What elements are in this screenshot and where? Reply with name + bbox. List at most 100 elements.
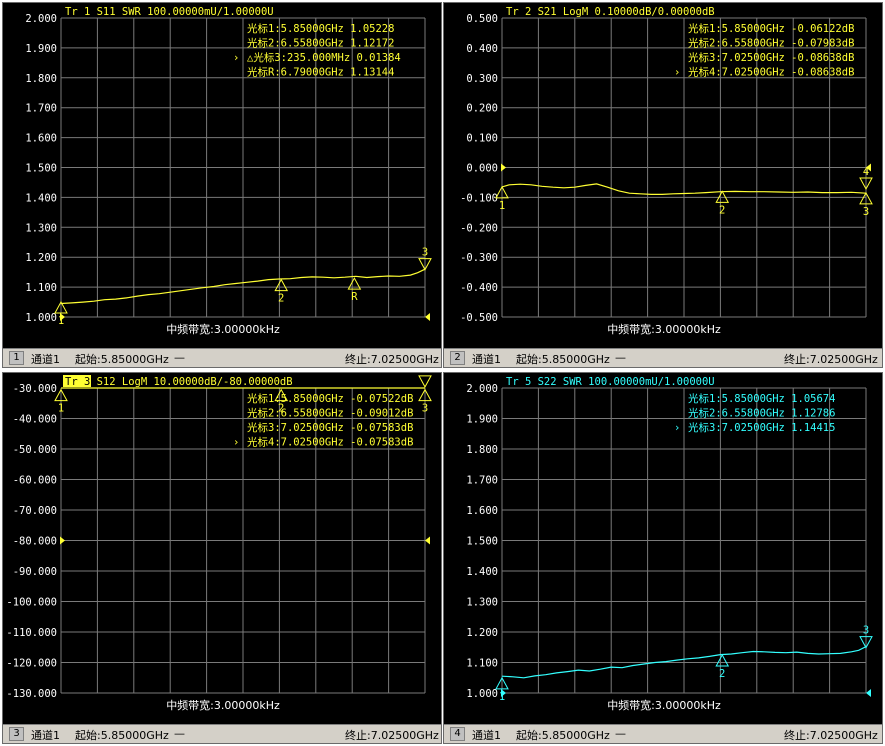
marker-readout[interactable]: 光标1:5.85000GHz -0.07522dB [247, 392, 413, 405]
trace-header[interactable]: Tr 2 S21 LogM 0.10000dB/0.00000dB [506, 6, 715, 18]
trace-panel-2[interactable]: 0.500 0.400 0.300 0.200 0.100 0.000 -0.100 -0.2… [443, 2, 883, 368]
trace-header[interactable]: Tr 1 S11 SWR 100.00000mU/1.00000U [65, 6, 274, 18]
marker-label: 3 [863, 625, 869, 637]
marker-readout[interactable]: 光标R:6.79000GHz 1.13144 [247, 66, 394, 79]
dash-icon: — [615, 351, 626, 364]
marker-triangle-icon[interactable] [418, 375, 432, 388]
stop-frequency[interactable]: 终止:7.02500GHz [784, 727, 878, 743]
stop-frequency[interactable]: 终止:7.02500GHz [784, 351, 878, 367]
y-tick-label: -90.000 [13, 566, 57, 578]
y-tick-label: 1.100 [466, 658, 498, 670]
marker-readout[interactable]: 光标3:7.02500GHz 1.14415 [688, 421, 835, 434]
dash-icon: — [174, 351, 185, 364]
y-tick-label: 1.000 [466, 688, 498, 700]
if-bandwidth-label: 中频带宽:3.00000kHz [166, 322, 280, 336]
active-marker-arrow-icon: › [233, 437, 239, 449]
dash-icon: — [174, 727, 185, 740]
y-tick-label: -120.000 [6, 658, 57, 670]
y-tick-label: 1.700 [466, 475, 498, 487]
y-tick-label: 0.400 [466, 43, 498, 55]
y-tick-label: -0.500 [460, 312, 498, 324]
marker-readout[interactable]: 光标1:5.85000GHz 1.05228 [247, 22, 394, 35]
trace-panel-3[interactable]: -30.000 -40.000 -50.000 -60.000 -70.000 -80.0… [2, 372, 442, 744]
marker-label: 3 [422, 403, 428, 415]
if-bandwidth-label: 中频带宽:3.00000kHz [166, 698, 280, 712]
channel-label: 通道1 [472, 729, 501, 742]
marker-readout[interactable]: 光标2:6.55800GHz -0.07983dB [688, 37, 854, 50]
marker-label: 1 [499, 691, 505, 703]
marker-readout[interactable]: 光标2:6.55800GHz 1.12172 [247, 37, 394, 50]
marker-readout[interactable]: 光标2:6.55800GHz 1.12786 [688, 407, 835, 420]
start-frequency[interactable]: 起始:5.85000GHz [75, 351, 169, 367]
y-tick-label: 1.200 [466, 627, 498, 639]
marker-label: 3 [422, 247, 428, 259]
channel-number-badge[interactable]: 4 [450, 727, 465, 741]
marker-label: 1 [58, 315, 64, 327]
channel-label: 通道1 [31, 353, 60, 366]
start-frequency[interactable]: 起始:5.85000GHz [516, 727, 610, 743]
y-tick-label: -80.000 [13, 536, 57, 548]
y-tick-label: 1.100 [25, 282, 57, 294]
reference-level-left-icon[interactable] [60, 536, 65, 545]
marker-label: 4 [863, 166, 869, 178]
stop-frequency[interactable]: 终止:7.02500GHz [345, 727, 439, 743]
marker-readout[interactable]: △光标3:235.000MHz 0.01384 [247, 51, 401, 64]
trace-panel-4[interactable]: 2.000 1.900 1.800 1.700 1.600 1.500 1.400 1.300… [443, 372, 883, 744]
channel-number-badge[interactable]: 3 [9, 727, 24, 741]
y-tick-label: 0.100 [466, 133, 498, 145]
y-tick-label: 0.500 [466, 13, 498, 25]
channel-label: 通道1 [472, 353, 501, 366]
trace-header[interactable]: Tr 3 S12 LogM 10.00000dB/-80.00000dB [65, 376, 293, 388]
marker-readout[interactable]: 光标4:7.02500GHz -0.07583dB [247, 436, 413, 449]
channel-status-bar-1: 1 通道1 起始:5.85000GHz — 终止:7.02500GHz [3, 348, 441, 367]
y-tick-label: 1.200 [25, 252, 57, 264]
plot-area-2[interactable]: 0.500 0.400 0.300 0.200 0.100 0.000 -0.100 -0.2… [444, 3, 883, 351]
marker-label: 1 [499, 200, 505, 212]
channel-status-bar-3: 3 通道1 起始:5.85000GHz — 终止:7.02500GHz [3, 724, 441, 743]
y-tick-label: 1.800 [25, 73, 57, 85]
channel-status-bar-2: 2 通道1 起始:5.85000GHz — 终止:7.02500GHz [444, 348, 882, 367]
active-marker-arrow-icon: › [233, 52, 239, 64]
marker-label: 4 [422, 373, 428, 376]
marker-readout[interactable]: 光标3:7.02500GHz -0.07583dB [247, 421, 413, 434]
stop-frequency[interactable]: 终止:7.02500GHz [345, 351, 439, 367]
y-tick-label: -110.000 [6, 627, 57, 639]
y-tick-label: 2.000 [466, 383, 498, 395]
marker-label: 2 [278, 293, 284, 305]
y-tick-label: 1.700 [25, 103, 57, 115]
y-tick-label: -60.000 [13, 475, 57, 487]
y-tick-label: -100.000 [6, 597, 57, 609]
y-tick-label: 1.000 [25, 312, 57, 324]
marker-label: 2 [278, 403, 284, 415]
reference-level-left-icon[interactable] [501, 163, 506, 172]
marker-readout[interactable]: 光标1:5.85000GHz 1.05674 [688, 392, 835, 405]
y-tick-label: -0.100 [460, 192, 498, 204]
active-marker-arrow-icon: › [674, 422, 680, 434]
y-tick-label: 1.300 [25, 222, 57, 234]
marker-label: R [351, 291, 358, 303]
start-frequency[interactable]: 起始:5.85000GHz [75, 727, 169, 743]
marker-readout[interactable]: 光标4:7.02500GHz -0.08638dB [688, 66, 854, 79]
channel-label: 通道1 [31, 729, 60, 742]
marker-label: 3 [863, 206, 869, 218]
start-frequency[interactable]: 起始:5.85000GHz [516, 351, 610, 367]
marker-label: 1 [58, 403, 64, 415]
plot-area-4[interactable]: 2.000 1.900 1.800 1.700 1.600 1.500 1.400 1.300… [444, 373, 883, 727]
plot-area-1[interactable]: 2.000 1.900 1.800 1.700 1.600 1.500 1.400 1.300… [3, 3, 442, 351]
trace-panel-1[interactable]: 2.000 1.900 1.800 1.700 1.600 1.500 1.400 1.300… [2, 2, 442, 368]
channel-number-badge[interactable]: 1 [9, 351, 24, 365]
marker-triangle-icon[interactable] [715, 653, 730, 667]
marker-readout[interactable]: 光标3:7.02500GHz -0.08638dB [688, 51, 854, 64]
y-tick-label: 1.300 [466, 597, 498, 609]
reference-level-right-icon[interactable] [866, 689, 871, 697]
plot-area-3[interactable]: -30.000 -40.000 -50.000 -60.000 -70.000 -80.0… [3, 373, 442, 727]
marker-readout[interactable]: 光标2:6.55800GHz -0.09012dB [247, 407, 413, 420]
reference-level-right-icon[interactable] [425, 313, 430, 321]
channel-number-badge[interactable]: 2 [450, 351, 465, 365]
marker-readout[interactable]: 光标1:5.85000GHz -0.06122dB [688, 22, 854, 35]
trace-header[interactable]: Tr 5 S22 SWR 100.00000mU/1.00000U [506, 376, 715, 388]
reference-level-right-icon[interactable] [425, 536, 430, 545]
y-tick-label: -40.000 [13, 414, 57, 426]
y-tick-label: 1.800 [466, 444, 498, 456]
marker-triangle-icon[interactable] [274, 278, 289, 292]
